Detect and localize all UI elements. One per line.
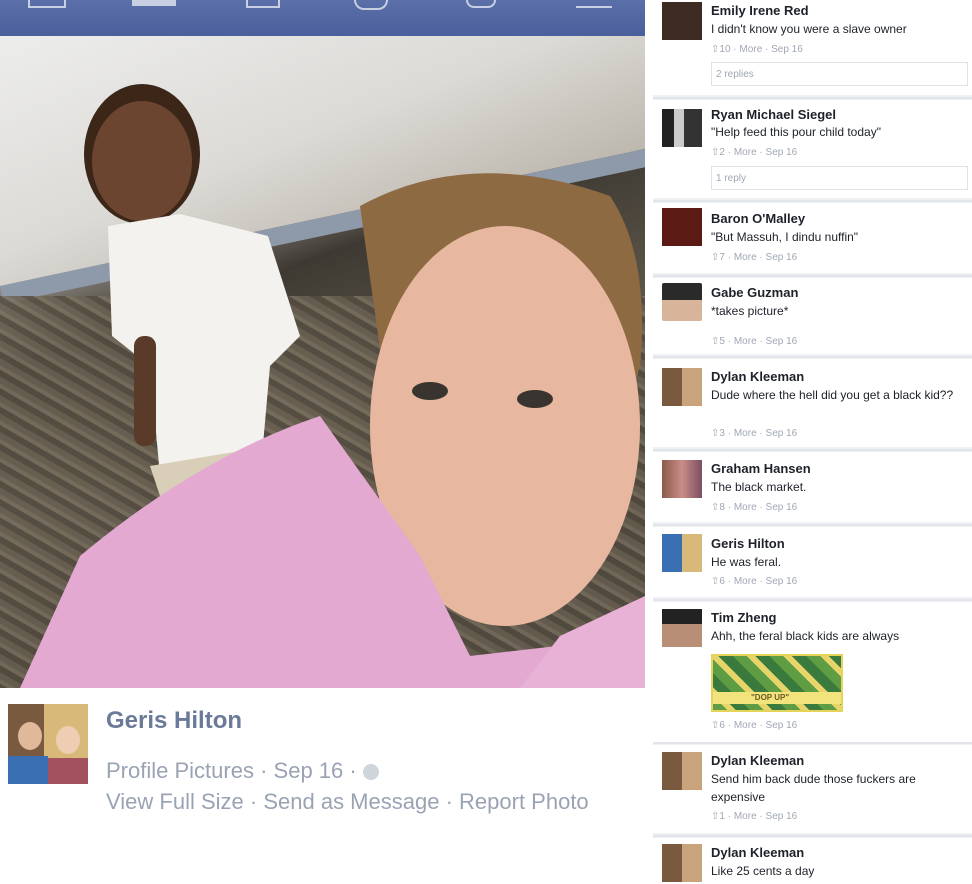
photo-subjects bbox=[20, 84, 645, 688]
more-link[interactable]: More bbox=[734, 720, 757, 731]
commenter-avatar[interactable] bbox=[662, 208, 702, 246]
poster-avatar[interactable] bbox=[8, 704, 88, 784]
commenter-name[interactable]: Dylan Kleeman bbox=[711, 845, 804, 860]
commenter-name[interactable]: Ryan Michael Siegel bbox=[711, 107, 836, 122]
commenter-name[interactable]: Dylan Kleeman bbox=[711, 753, 804, 768]
comment-meta: ⇧6 · More · Sep 16 bbox=[711, 720, 798, 731]
comment: Dylan Kleeman Like 25 cents a day bbox=[653, 838, 972, 884]
commenter-name[interactable]: Dylan Kleeman bbox=[711, 369, 804, 384]
more-link[interactable]: More bbox=[734, 336, 757, 347]
comment-text: Ahh, the feral black kids are always bbox=[711, 629, 900, 643]
comment: Dylan Kleeman Send him back dude those f… bbox=[653, 745, 972, 833]
commenter-name[interactable]: Baron O'Malley bbox=[711, 211, 805, 226]
report-photo-link[interactable]: Report Photo bbox=[459, 789, 589, 814]
more-link[interactable]: More bbox=[734, 147, 757, 158]
comment-meta: ⇧8 · More · Sep 16 bbox=[711, 502, 798, 513]
commenter-avatar[interactable] bbox=[662, 109, 702, 147]
comment: Geris Hilton He was feral. ⇧6 · More · S… bbox=[653, 527, 972, 597]
privacy-globe-icon bbox=[362, 764, 379, 781]
replies-link[interactable]: 2 replies bbox=[711, 62, 968, 86]
comment: Baron O'Malley "But Massuh, I dindu nuff… bbox=[653, 203, 972, 273]
comments-panel: Emily Irene Red I didn't know you were a… bbox=[653, 0, 972, 884]
commenter-name[interactable]: Graham Hansen bbox=[711, 461, 811, 476]
comment-meta: ⇧10 · More · Sep 16 bbox=[711, 44, 803, 55]
comment-meta: ⇧3 · More · Sep 16 bbox=[711, 428, 798, 439]
commenter-name[interactable]: Emily Irene Red bbox=[711, 3, 809, 18]
comment-text: I didn't know you were a slave owner bbox=[711, 22, 907, 36]
comment: Ryan Michael Siegel "Help feed this pour… bbox=[653, 100, 972, 198]
menu-icon[interactable] bbox=[28, 0, 66, 8]
search-icon[interactable] bbox=[466, 0, 496, 8]
comment-meta: ⇧6 · More · Sep 16 bbox=[711, 576, 798, 587]
globe-icon[interactable] bbox=[354, 0, 388, 10]
comment-text: *takes picture* bbox=[711, 304, 789, 318]
poster-name[interactable]: Geris Hilton bbox=[106, 707, 242, 735]
commenter-name[interactable]: Tim Zheng bbox=[711, 610, 776, 625]
comment-text: Like 25 cents a day bbox=[711, 864, 815, 878]
profile-photo[interactable] bbox=[0, 36, 645, 688]
commenter-avatar[interactable] bbox=[662, 2, 702, 40]
top-navigation-bar bbox=[0, 0, 645, 36]
messages-icon[interactable] bbox=[246, 0, 280, 8]
comment-text: He was feral. bbox=[711, 555, 782, 569]
more-link[interactable]: More bbox=[734, 811, 757, 822]
comment-text: Send him back dude those fuckers are exp… bbox=[711, 772, 916, 804]
comment-meta: ⇧1 · More · Sep 16 bbox=[711, 811, 798, 822]
commenter-avatar[interactable] bbox=[662, 844, 702, 882]
more-icon[interactable] bbox=[576, 0, 612, 8]
more-link[interactable]: More bbox=[734, 428, 757, 439]
commenter-avatar[interactable] bbox=[662, 752, 702, 790]
more-link[interactable]: More bbox=[734, 502, 757, 513]
comment-text: "Help feed this pour child today" bbox=[711, 125, 881, 139]
comment: Tim Zheng Ahh, the feral black kids are … bbox=[653, 602, 972, 742]
comment: Emily Irene Red I didn't know you were a… bbox=[653, 0, 972, 95]
more-link[interactable]: More bbox=[734, 252, 757, 263]
comment: Gabe Guzman *takes picture* ⇧5 · More · … bbox=[653, 278, 972, 354]
commenter-avatar[interactable] bbox=[662, 368, 702, 406]
comment-text: "But Massuh, I dindu nuffin" bbox=[711, 230, 859, 244]
commenter-name[interactable]: Geris Hilton bbox=[711, 536, 785, 551]
commenter-avatar[interactable] bbox=[662, 283, 702, 321]
comment-meta: ⇧5 · More · Sep 16 bbox=[711, 336, 798, 347]
comment: Graham Hansen The black market. ⇧8 · Mor… bbox=[653, 452, 972, 522]
comment-text: The black market. bbox=[711, 480, 807, 494]
more-link[interactable]: More bbox=[734, 576, 757, 587]
post-date: Sep 16 bbox=[273, 758, 344, 783]
comment-text: Dude where the hell did you get a black … bbox=[711, 388, 954, 402]
view-full-size-link[interactable]: View Full Size bbox=[106, 789, 244, 814]
caption-meta: Profile Pictures · Sep 16 · View Full Si… bbox=[106, 758, 589, 814]
replies-link[interactable]: 1 reply bbox=[711, 166, 968, 190]
commenter-avatar[interactable] bbox=[662, 609, 702, 647]
comment-meta: ⇧7 · More · Sep 16 bbox=[711, 252, 798, 263]
send-as-message-link[interactable]: Send as Message bbox=[263, 789, 439, 814]
commenter-avatar[interactable] bbox=[662, 460, 702, 498]
commenter-avatar[interactable] bbox=[662, 534, 702, 572]
photo-panel: Geris Hilton Profile Pictures · Sep 16 ·… bbox=[0, 0, 645, 884]
more-link[interactable]: More bbox=[739, 44, 762, 55]
comment-meta: ⇧2 · More · Sep 16 bbox=[711, 147, 798, 158]
comment-sticker[interactable]: "DOP UP" bbox=[711, 654, 843, 712]
album-link[interactable]: Profile Pictures bbox=[106, 758, 254, 783]
comment: Dylan Kleeman Dude where the hell did yo… bbox=[653, 359, 972, 447]
commenter-name[interactable]: Gabe Guzman bbox=[711, 285, 798, 300]
friends-icon[interactable] bbox=[132, 0, 176, 6]
